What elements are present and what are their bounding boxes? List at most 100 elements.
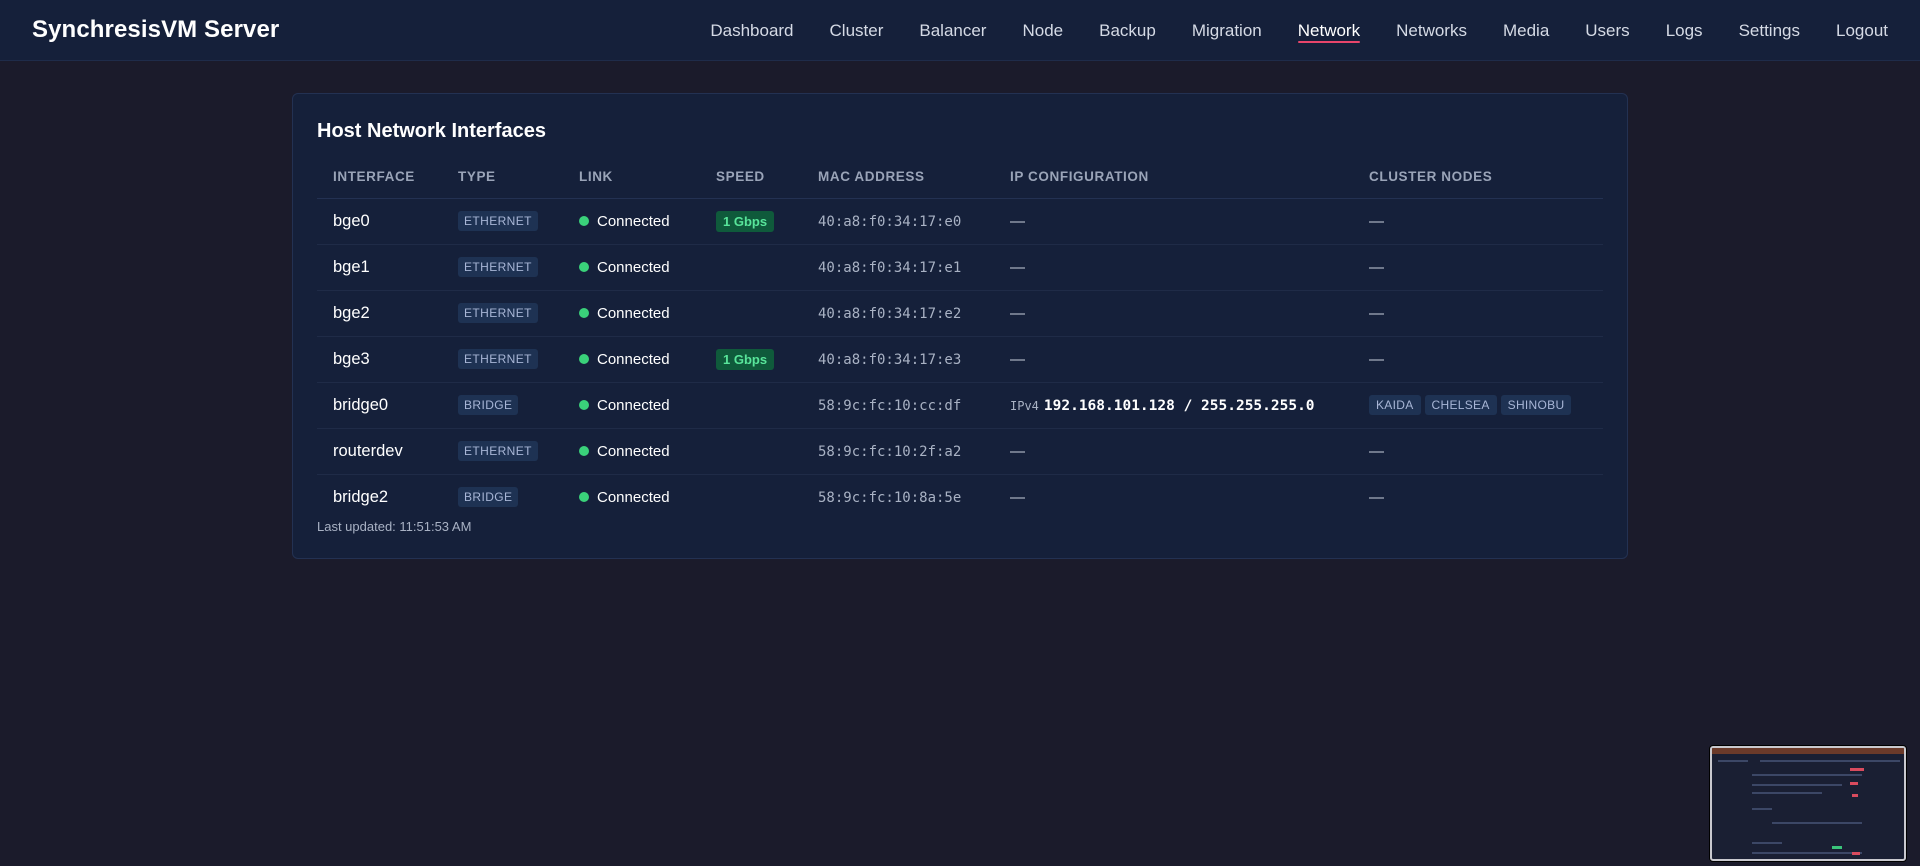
link-status: Connected xyxy=(579,337,700,382)
mac-address: 40:a8:f0:34:17:e2 xyxy=(818,305,962,322)
thumbnail-mark xyxy=(1852,852,1860,855)
type-badge: BRIDGE xyxy=(458,395,519,415)
cluster-node-badge: CHELSEA xyxy=(1424,395,1497,415)
table-row[interactable]: bge2 ETHERNET Connected 40:a8:f0:34:17:e2 — — xyxy=(317,290,1603,337)
cluster-nodes-empty: — xyxy=(1369,304,1384,322)
nav-item-logout[interactable]: Logout xyxy=(1836,0,1888,61)
ip-empty: — xyxy=(1010,442,1025,460)
thumbnail-line xyxy=(1752,808,1772,810)
column-header: CLUSTER NODES xyxy=(1353,156,1603,199)
nav-item-balancer[interactable]: Balancer xyxy=(919,0,986,61)
status-dot-icon xyxy=(579,308,589,318)
ip-empty: — xyxy=(1010,488,1025,506)
nav-item-migration[interactable]: Migration xyxy=(1192,0,1262,61)
interface-name: bridge2 xyxy=(333,487,389,506)
status-dot-icon xyxy=(579,354,589,364)
cluster-nodes-empty: — xyxy=(1369,212,1384,230)
nav-item-logs[interactable]: Logs xyxy=(1666,0,1703,61)
ip-empty: — xyxy=(1010,304,1025,322)
thumbnail-titlebar xyxy=(1712,748,1904,754)
cluster-node-badge: SHINOBU xyxy=(1500,395,1572,415)
column-header: IP CONFIGURATION xyxy=(994,156,1353,199)
ip-empty: — xyxy=(1010,350,1025,368)
mac-address: 58:9c:fc:10:2f:a2 xyxy=(818,443,962,460)
cluster-node-badge: KAIDA xyxy=(1369,395,1421,415)
link-status: Connected xyxy=(579,383,700,428)
interface-name: bge3 xyxy=(333,349,370,368)
thumbnail-line xyxy=(1752,792,1822,794)
speed-badge: 1 Gbps xyxy=(716,348,775,370)
table-row[interactable]: bge0 ETHERNET Connected 1 Gbps 40:a8:f0:34:1… xyxy=(317,198,1603,245)
link-status-text: Connected xyxy=(597,304,670,322)
thumbnail-mark xyxy=(1832,846,1842,849)
table-row[interactable]: bridge0 BRIDGE Connected 58:9c:fc:10:cc:df I… xyxy=(317,382,1603,429)
cluster-nodes-empty: — xyxy=(1369,442,1384,460)
top-navbar: SynchresisVM Server Dashboard Cluster Bala… xyxy=(0,0,1920,61)
nav-item-backup[interactable]: Backup xyxy=(1099,0,1156,61)
mac-address: 40:a8:f0:34:17:e0 xyxy=(818,213,962,230)
link-status: Connected xyxy=(579,291,700,336)
mac-address: 58:9c:fc:10:8a:5e xyxy=(818,489,962,506)
column-header: TYPE xyxy=(442,156,563,199)
nav-item-node[interactable]: Node xyxy=(1022,0,1063,61)
last-updated: Last updated: 11:51:53 AM xyxy=(317,519,472,534)
table-header-row: INTERFACE TYPE LINK SPEED MAC ADDRESS IP CONF… xyxy=(317,156,1603,199)
type-badge: BRIDGE xyxy=(458,487,519,507)
main-nav: Dashboard Cluster Balancer Node Backup Migrat… xyxy=(674,0,1888,61)
ip-address: 192.168.101.128 / 255.255.255.0 xyxy=(1043,397,1315,414)
mac-address: 58:9c:fc:10:cc:df xyxy=(818,397,962,414)
interface-name: routerdev xyxy=(333,441,403,460)
screenshot-thumbnail[interactable] xyxy=(1710,746,1906,861)
ip-version-label: IPv4 xyxy=(1010,398,1039,413)
interface-name: bge2 xyxy=(333,303,370,322)
column-header: INTERFACE xyxy=(317,156,442,199)
nav-item-users[interactable]: Users xyxy=(1585,0,1629,61)
nav-item-cluster[interactable]: Cluster xyxy=(830,0,884,61)
link-status-text: Connected xyxy=(597,258,670,276)
nav-item-network[interactable]: Network xyxy=(1297,0,1361,61)
table-row[interactable]: bge1 ETHERNET Connected 40:a8:f0:34:17:e1 — — xyxy=(317,244,1603,291)
thumbnail-mark xyxy=(1852,794,1858,797)
status-dot-icon xyxy=(579,492,589,502)
ip-empty: — xyxy=(1010,212,1025,230)
cluster-nodes-empty: — xyxy=(1369,258,1384,276)
table-row[interactable]: bge3 ETHERNET Connected 1 Gbps 40:a8:f0:34:1… xyxy=(317,336,1603,383)
status-dot-icon xyxy=(579,216,589,226)
interfaces-table: INTERFACE TYPE LINK SPEED MAC ADDRESS IP CONF… xyxy=(317,156,1603,520)
mac-address: 40:a8:f0:34:17:e3 xyxy=(818,351,962,368)
nav-item-media[interactable]: Media xyxy=(1503,0,1549,61)
interface-name: bge0 xyxy=(333,211,370,230)
status-dot-icon xyxy=(579,400,589,410)
table-row[interactable]: bridge2 BRIDGE Connected 58:9c:fc:10:8a:5e —… xyxy=(317,474,1603,520)
host-network-interfaces-card: Host Network Interfaces INTERFACE TYPE LIN… xyxy=(292,93,1628,559)
link-status: Connected xyxy=(579,429,700,474)
link-status-text: Connected xyxy=(597,488,670,506)
mac-address: 40:a8:f0:34:17:e1 xyxy=(818,259,962,276)
status-dot-icon xyxy=(579,262,589,272)
thumbnail-line xyxy=(1772,822,1862,824)
thumbnail-line xyxy=(1752,842,1782,844)
thumbnail-line xyxy=(1752,852,1862,854)
column-header: MAC ADDRESS xyxy=(802,156,994,199)
link-status-text: Connected xyxy=(597,442,670,460)
table-body: bge0 ETHERNET Connected 1 Gbps 40:a8:f0:34:1… xyxy=(317,198,1603,520)
table-row[interactable]: routerdev ETHERNET Connected 58:9c:fc:10:2f… xyxy=(317,428,1603,475)
thumbnail-line xyxy=(1760,760,1900,762)
nav-item-settings[interactable]: Settings xyxy=(1739,0,1800,61)
link-status-text: Connected xyxy=(597,212,670,230)
type-badge: ETHERNET xyxy=(458,441,538,461)
status-dot-icon xyxy=(579,446,589,456)
nav-item-dashboard[interactable]: Dashboard xyxy=(710,0,793,61)
thumbnail-line xyxy=(1718,760,1748,762)
card-title: Host Network Interfaces xyxy=(317,120,546,142)
thumbnail-line xyxy=(1752,774,1862,776)
link-status: Connected xyxy=(579,245,700,290)
thumbnail-line xyxy=(1752,784,1842,786)
app-title: SynchresisVM Server xyxy=(32,16,280,43)
nav-item-networks[interactable]: Networks xyxy=(1396,0,1467,61)
column-header: SPEED xyxy=(700,156,802,199)
type-badge: ETHERNET xyxy=(458,349,538,369)
link-status-text: Connected xyxy=(597,350,670,368)
cluster-nodes-empty: — xyxy=(1369,488,1384,506)
link-status-text: Connected xyxy=(597,396,670,414)
